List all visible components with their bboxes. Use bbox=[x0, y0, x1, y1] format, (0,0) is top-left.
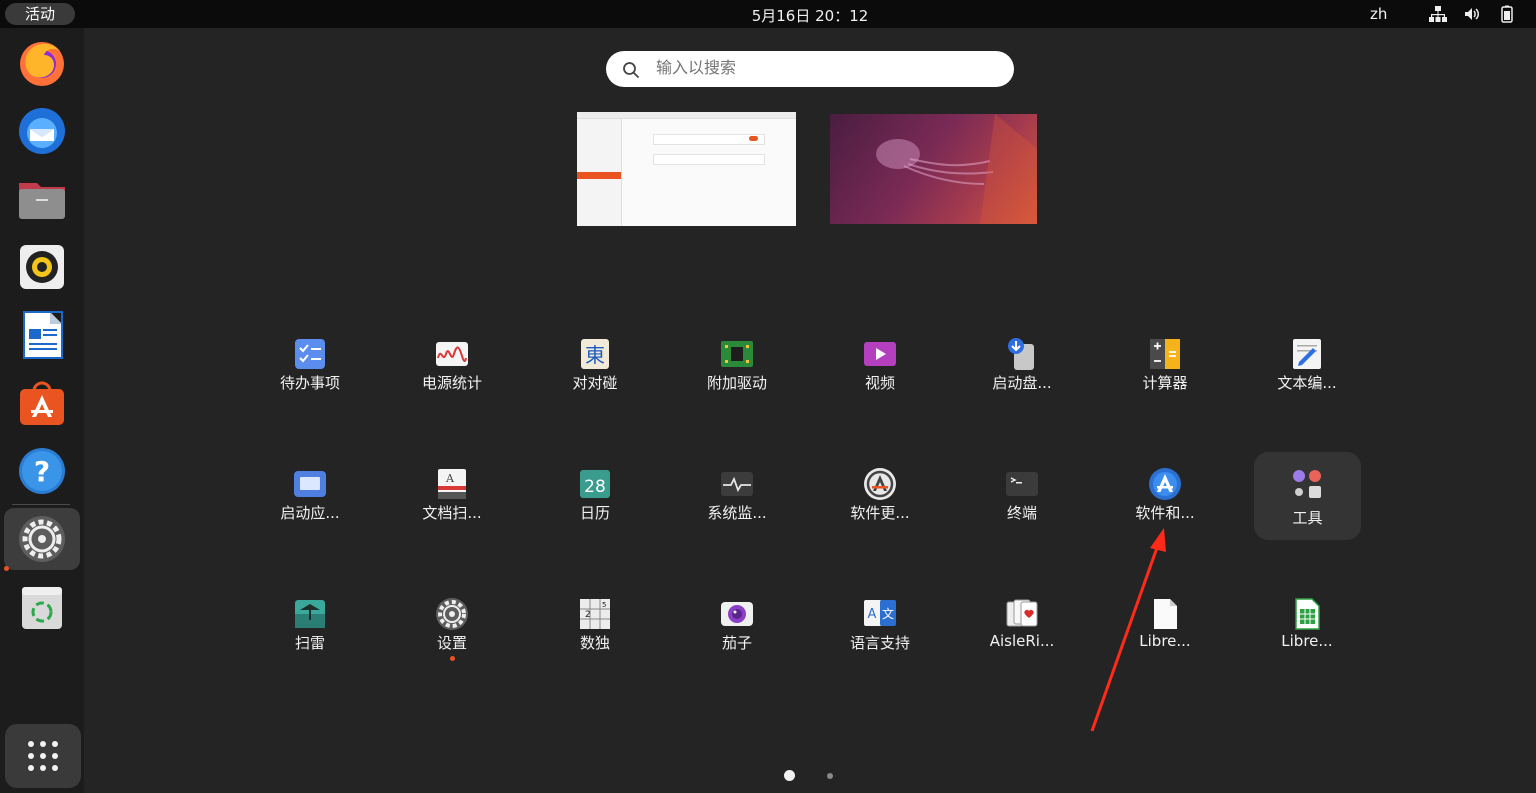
annotation-arrow-icon bbox=[1090, 528, 1166, 732]
